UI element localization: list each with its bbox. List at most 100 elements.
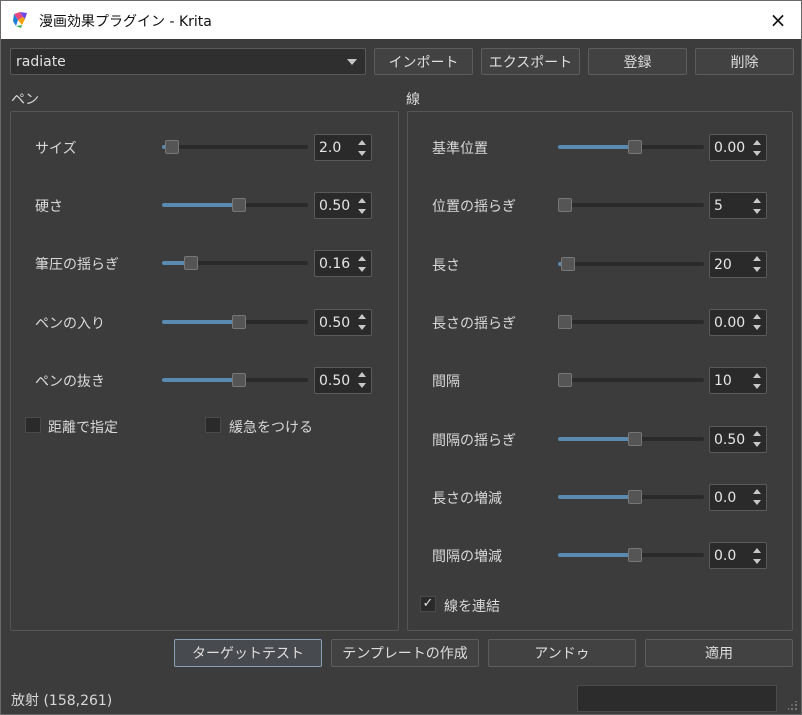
line-row-spinbox[interactable]: 0.00 bbox=[709, 308, 767, 336]
line-row-spinbox[interactable]: 0.0 bbox=[709, 483, 767, 511]
slider-track bbox=[558, 319, 704, 324]
connect-lines-checkbox[interactable]: ✓ bbox=[420, 596, 436, 612]
slider-fill bbox=[558, 145, 635, 149]
spinbox-value: 0.0 bbox=[714, 548, 737, 565]
slider-handle[interactable] bbox=[558, 314, 572, 329]
chevron-down-icon[interactable] bbox=[354, 263, 370, 275]
checkmark-icon: ✓ bbox=[422, 596, 434, 611]
spinbox-value: 0.50 bbox=[319, 372, 351, 389]
line-row-slider[interactable] bbox=[558, 138, 704, 156]
pen-row-slider[interactable] bbox=[162, 371, 308, 389]
chevron-down-icon[interactable] bbox=[749, 380, 765, 392]
pen-row-slider[interactable] bbox=[162, 313, 308, 331]
line-row-slider[interactable] bbox=[558, 546, 704, 564]
import-button[interactable]: インポート bbox=[374, 48, 473, 75]
pen-row-slider[interactable] bbox=[162, 196, 308, 214]
line-row-slider[interactable] bbox=[558, 488, 704, 506]
pen-row-spinbox[interactable]: 0.16 bbox=[314, 250, 372, 278]
line-row-spinbox[interactable]: 0.0 bbox=[709, 542, 767, 570]
line-row-slider[interactable] bbox=[558, 371, 704, 389]
spinbox-value: 2.0 bbox=[319, 140, 342, 156]
line-row-slider[interactable] bbox=[558, 430, 704, 448]
pen-row-spinbox[interactable]: 2.0 bbox=[314, 134, 372, 161]
slider-handle[interactable] bbox=[560, 256, 575, 271]
slider-handle[interactable] bbox=[232, 198, 246, 213]
line-row-slider[interactable] bbox=[558, 196, 704, 214]
line-row-label: 長さの増減 bbox=[432, 490, 502, 507]
register-button[interactable]: 登録 bbox=[588, 48, 687, 75]
line-row-slider[interactable] bbox=[558, 313, 704, 331]
spinbox-value: 10 bbox=[714, 373, 732, 390]
slider-fill bbox=[162, 377, 239, 382]
pen-row-label: 筆圧の揺らぎ bbox=[35, 257, 119, 274]
slider-fill bbox=[558, 553, 635, 558]
line-row-spinbox[interactable]: 0.00 bbox=[709, 134, 767, 161]
pen-section-label: ペン bbox=[11, 92, 39, 108]
title-bar: 漫画効果プラグイン - Krita × bbox=[1, 1, 801, 39]
spinbox-value: 20 bbox=[714, 256, 732, 273]
resize-grip-icon[interactable] bbox=[788, 701, 798, 711]
undo-button[interactable]: アンドゥ bbox=[488, 639, 636, 667]
distance-checkbox[interactable] bbox=[25, 417, 41, 433]
window-title: 漫画効果プラグイン - Krita bbox=[39, 14, 212, 30]
distance-checkbox-label: 距離で指定 bbox=[48, 420, 118, 436]
chevron-down-icon[interactable] bbox=[749, 322, 765, 334]
spinbox-value: 0.50 bbox=[714, 431, 746, 448]
line-row-slider[interactable] bbox=[558, 255, 704, 273]
close-button[interactable]: × bbox=[755, 1, 801, 39]
easing-checkbox-label: 緩急をつける bbox=[229, 420, 313, 436]
chevron-down-icon[interactable] bbox=[354, 147, 370, 159]
slider-handle[interactable] bbox=[232, 372, 246, 387]
create-template-button[interactable]: テンプレートの作成 bbox=[331, 639, 479, 667]
chevron-down-icon[interactable] bbox=[749, 264, 765, 276]
slider-handle[interactable] bbox=[628, 140, 642, 154]
chevron-down-icon[interactable] bbox=[749, 439, 765, 451]
chevron-down-icon[interactable] bbox=[749, 205, 765, 217]
line-row-label: 長さ bbox=[432, 257, 460, 274]
slider-fill bbox=[162, 203, 239, 208]
chevron-down-icon[interactable] bbox=[749, 497, 765, 509]
target-test-button[interactable]: ターゲットテスト bbox=[174, 639, 322, 667]
slider-handle[interactable] bbox=[164, 140, 179, 154]
slider-handle[interactable] bbox=[184, 256, 199, 271]
chevron-down-icon[interactable] bbox=[354, 322, 370, 334]
slider-fill bbox=[558, 494, 635, 499]
line-row-spinbox[interactable]: 5 bbox=[709, 192, 767, 220]
chevron-down-icon bbox=[347, 59, 357, 65]
pen-row-spinbox[interactable]: 0.50 bbox=[314, 366, 372, 394]
slider-handle[interactable] bbox=[558, 198, 572, 213]
slider-handle[interactable] bbox=[628, 548, 642, 563]
pen-row-spinbox[interactable]: 0.50 bbox=[314, 192, 372, 220]
slider-fill bbox=[558, 436, 635, 441]
chevron-down-icon[interactable] bbox=[354, 380, 370, 392]
line-section-label: 線 bbox=[406, 92, 420, 108]
pen-row-label: 硬さ bbox=[35, 199, 63, 216]
line-row-spinbox[interactable]: 0.50 bbox=[709, 425, 767, 453]
export-button[interactable]: エクスポート bbox=[481, 48, 580, 75]
slider-track bbox=[558, 378, 704, 383]
line-row-label: 長さの揺らぎ bbox=[432, 315, 516, 332]
delete-button[interactable]: 削除 bbox=[695, 48, 794, 75]
chevron-down-icon[interactable] bbox=[749, 147, 765, 159]
easing-checkbox[interactable] bbox=[205, 417, 221, 433]
slider-handle[interactable] bbox=[232, 314, 246, 329]
slider-track bbox=[162, 145, 308, 149]
slider-handle[interactable] bbox=[628, 431, 642, 446]
status-field bbox=[577, 685, 777, 712]
line-row-label: 間隔 bbox=[432, 374, 460, 391]
apply-button[interactable]: 適用 bbox=[645, 639, 793, 667]
line-row-spinbox[interactable]: 20 bbox=[709, 250, 767, 278]
pen-row-slider[interactable] bbox=[162, 254, 308, 272]
slider-handle[interactable] bbox=[628, 489, 642, 504]
preset-select[interactable]: radiate bbox=[10, 48, 366, 75]
pen-row-spinbox[interactable]: 0.50 bbox=[314, 308, 372, 336]
slider-handle[interactable] bbox=[558, 373, 572, 388]
pen-row-label: ペンの入り bbox=[35, 315, 105, 332]
pen-row-slider[interactable] bbox=[162, 138, 308, 156]
line-row-spinbox[interactable]: 10 bbox=[709, 367, 767, 395]
spinbox-value: 0.50 bbox=[319, 314, 351, 331]
chevron-down-icon[interactable] bbox=[749, 555, 765, 567]
chevron-down-icon[interactable] bbox=[354, 205, 370, 217]
spinbox-value: 0.50 bbox=[319, 198, 351, 215]
line-row-label: 間隔の揺らぎ bbox=[432, 432, 516, 449]
